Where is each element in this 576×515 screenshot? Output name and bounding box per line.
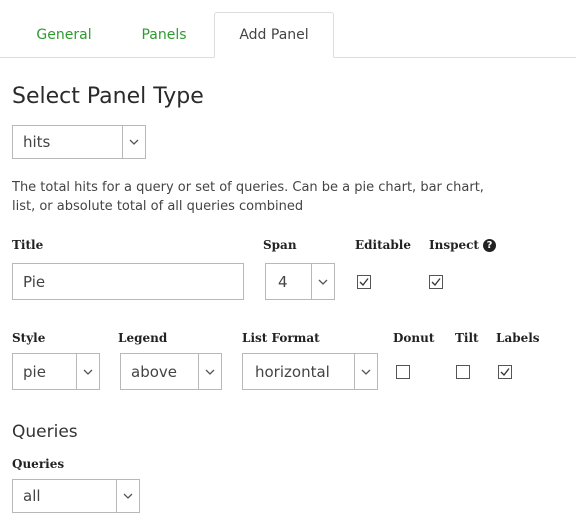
- editable-label: Editable: [355, 238, 411, 252]
- chevron-down-icon: [354, 354, 377, 389]
- inspect-label: Inspect?: [429, 238, 496, 252]
- description-line-2: list, or absolute total of all queries c…: [12, 199, 304, 214]
- page-title: Select Panel Type: [12, 84, 204, 109]
- tab-add-panel[interactable]: Add Panel: [214, 12, 334, 58]
- tilt-checkbox[interactable]: [456, 365, 470, 379]
- legend-label: Legend: [118, 331, 168, 345]
- title-input[interactable]: Pie: [12, 263, 244, 300]
- panel-type-select[interactable]: hits: [12, 125, 146, 159]
- chevron-down-icon: [76, 354, 99, 389]
- list-format-value: horizontal: [255, 362, 330, 381]
- donut-label: Donut: [393, 331, 435, 345]
- tab-bar: General Panels Add Panel: [0, 0, 576, 58]
- editable-checkbox[interactable]: [357, 275, 371, 289]
- tab-general[interactable]: General: [18, 12, 110, 58]
- span-label: Span: [263, 238, 297, 252]
- description-line-1: The total hits for a query or set of que…: [12, 180, 484, 195]
- style-select[interactable]: pie: [12, 353, 100, 390]
- labels-label: Labels: [496, 331, 540, 345]
- inspect-checkbox[interactable]: [429, 275, 443, 289]
- labels-checkbox[interactable]: [498, 365, 512, 379]
- list-format-label: List Format: [242, 331, 320, 345]
- style-value: pie: [23, 362, 46, 381]
- queries-select[interactable]: all: [12, 479, 140, 513]
- span-value: 4: [278, 272, 288, 291]
- chevron-down-icon: [198, 354, 221, 389]
- legend-value: above: [131, 362, 177, 381]
- tilt-label: Tilt: [455, 331, 479, 345]
- panel-type-value: hits: [23, 133, 51, 151]
- style-label: Style: [12, 331, 46, 345]
- legend-select[interactable]: above: [120, 353, 222, 390]
- tab-panels[interactable]: Panels: [118, 12, 210, 58]
- queries-label: Queries: [12, 457, 65, 471]
- chevron-down-icon: [122, 126, 145, 158]
- donut-checkbox[interactable]: [396, 365, 410, 379]
- inspect-label-text: Inspect: [429, 238, 479, 252]
- question-circle-icon[interactable]: ?: [482, 239, 496, 252]
- span-select[interactable]: 4: [265, 263, 335, 300]
- panel-type-description: The total hits for a query or set of que…: [12, 178, 576, 216]
- queries-section-title: Queries: [12, 422, 78, 442]
- queries-value: all: [23, 487, 41, 505]
- chevron-down-icon: [311, 264, 334, 299]
- chevron-down-icon: [116, 480, 139, 512]
- list-format-select[interactable]: horizontal: [242, 353, 378, 390]
- title-label: Title: [12, 238, 44, 252]
